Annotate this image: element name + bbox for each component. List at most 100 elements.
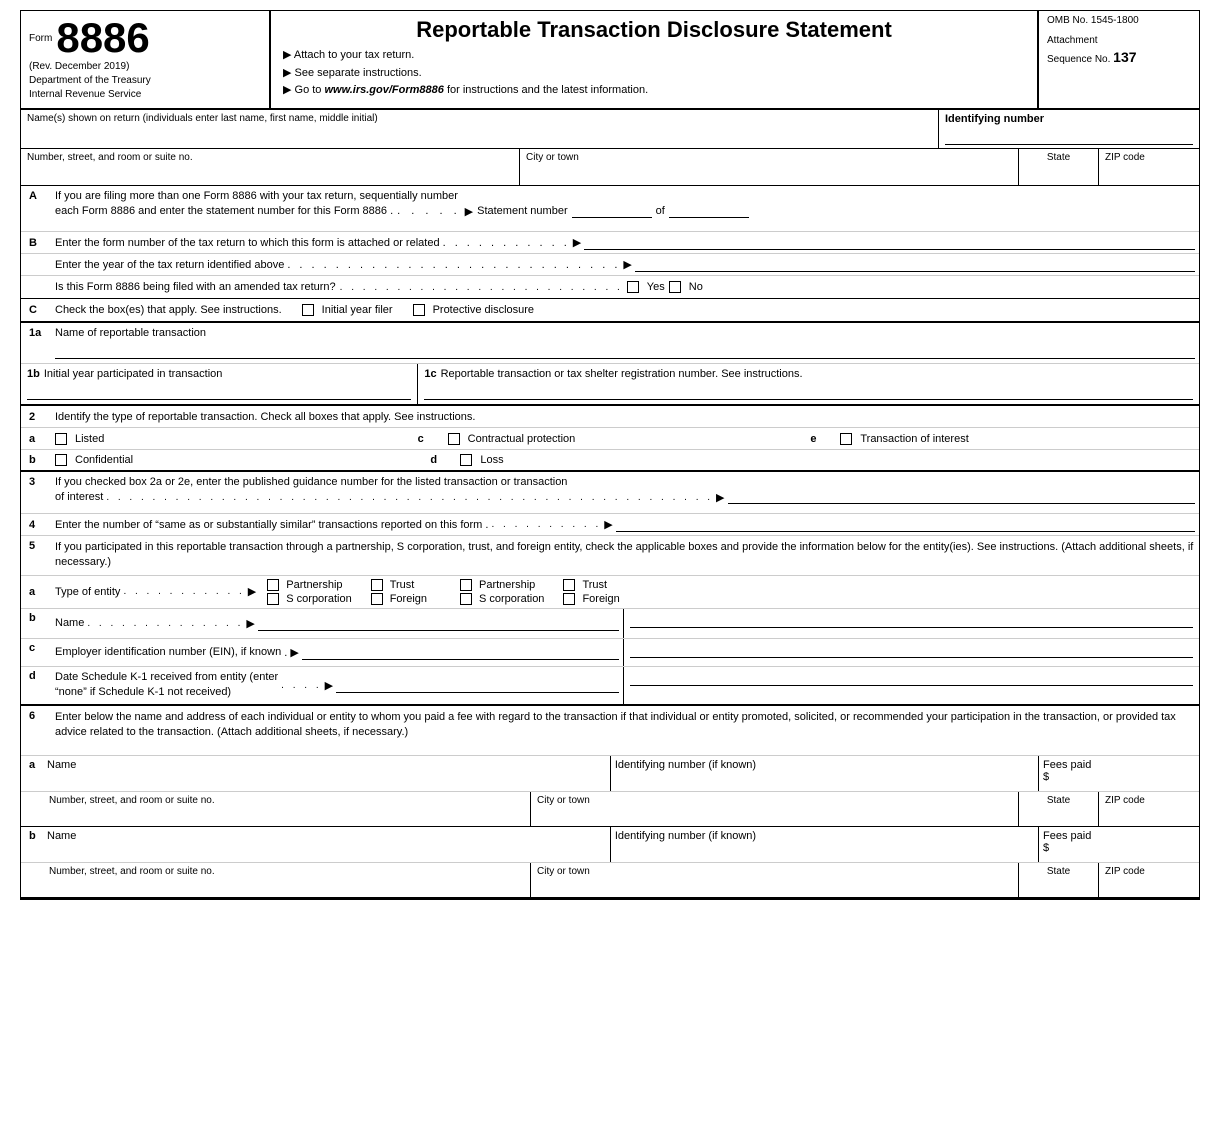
partnership2-label: Partnership — [479, 579, 535, 591]
line-b-input1[interactable] — [584, 236, 1195, 250]
line-6a-header-row: a Name Identifying number (if known) Fee… — [21, 756, 1199, 792]
name-input[interactable] — [27, 128, 932, 143]
city-input[interactable] — [526, 167, 1012, 182]
form-number: 8886 — [56, 17, 149, 59]
trust1-checkbox[interactable] — [371, 579, 383, 591]
name-label: Name(s) shown on return (individuals ent… — [27, 113, 932, 124]
irs-label: Internal Revenue Service — [29, 89, 141, 100]
line-2c-checkbox[interactable] — [448, 433, 460, 445]
line-6b-name-input[interactable] — [47, 844, 606, 859]
line-5b-input-left[interactable] — [258, 615, 619, 631]
line-a-stmt-input[interactable] — [572, 204, 652, 218]
line-1bc-row: 1b Initial year participated in transact… — [21, 364, 1199, 406]
line-6b-zip-input[interactable] — [1105, 879, 1193, 894]
partnership2-checkbox[interactable] — [460, 579, 472, 591]
line-2e-checkbox[interactable] — [840, 433, 852, 445]
state-input[interactable] — [1025, 167, 1092, 182]
protective-group: Protective disclosure — [413, 304, 535, 316]
line-6b-id-input[interactable] — [615, 844, 1034, 859]
line-1b-input[interactable] — [27, 384, 411, 400]
scorp1-label: S corporation — [286, 593, 351, 605]
line-b-block: B Enter the form number of the tax retur… — [21, 232, 1199, 299]
line-a-of-input[interactable] — [669, 204, 749, 218]
line-5d-input-left[interactable] — [336, 677, 618, 693]
line-5d-right — [624, 667, 1200, 704]
yes-checkbox[interactable] — [627, 281, 639, 293]
line-5b-input-right[interactable] — [630, 612, 1194, 628]
line-5c-input-right[interactable] — [630, 642, 1194, 658]
line-2-text: Identify the type of reportable transact… — [51, 408, 1199, 426]
line-a-dots: . . . . . — [397, 205, 461, 217]
line-5b-row: b Name . . . . . . . . . . . . . . ▶ — [21, 609, 1199, 639]
line-6b-city-input[interactable] — [537, 879, 1012, 894]
id-input[interactable] — [945, 129, 1193, 145]
trust2-checkbox[interactable] — [563, 579, 575, 591]
line-b-content1: Enter the form number of the tax return … — [51, 233, 1199, 253]
line-5d-left: Date Schedule K-1 received from entity (… — [51, 667, 624, 704]
foreign1-checkbox[interactable] — [371, 593, 383, 605]
no-checkbox[interactable] — [669, 281, 681, 293]
line-2c-text: Contractual protection — [468, 433, 576, 445]
line-b-dots2: . . . . . . . . . . . . . . . . . . . . … — [287, 259, 620, 271]
entity-foreign1: Foreign — [371, 593, 427, 605]
line-2d-content: Loss — [456, 451, 1199, 469]
initial-filer-checkbox[interactable] — [302, 304, 314, 316]
entity-col4: Trust Foreign — [563, 579, 619, 605]
partnership1-checkbox[interactable] — [267, 579, 279, 591]
dept-info: Department of the Treasury Internal Reve… — [29, 74, 261, 102]
line-6a-zip-input[interactable] — [1105, 808, 1193, 823]
street-label: Number, street, and room or suite no. — [27, 152, 513, 163]
name-cell: Name(s) shown on return (individuals ent… — [21, 110, 939, 148]
scorp1-checkbox[interactable] — [267, 593, 279, 605]
line-6a-street-input[interactable] — [49, 808, 524, 823]
entity-partnership1: Partnership — [267, 579, 351, 591]
foreign2-checkbox[interactable] — [563, 593, 575, 605]
line-4-input[interactable] — [616, 518, 1195, 532]
line-5c-input-left[interactable] — [302, 644, 619, 660]
line-1c-input[interactable] — [424, 384, 1193, 400]
line-c-text: Check the box(es) that apply. See instru… — [55, 304, 282, 316]
line-2c-content: Contractual protection — [444, 430, 807, 448]
line-6a-state: State — [1019, 792, 1099, 826]
line-5a-content: Type of entity . . . . . . . . . . . ▶ P… — [51, 576, 1199, 608]
line-2d-label: d — [426, 451, 456, 469]
protective-checkbox[interactable] — [413, 304, 425, 316]
line-a-text1: If you are filing more than one Form 888… — [55, 190, 1195, 202]
initial-filer-label: Initial year filer — [322, 304, 393, 316]
protective-label: Protective disclosure — [433, 304, 535, 316]
line-2a-label: a — [21, 430, 51, 448]
line-1b-label: 1b — [27, 368, 40, 380]
line-6a-id-cell: Identifying number (if known) — [611, 756, 1039, 791]
state-cell: State — [1019, 149, 1099, 185]
form-header: Form 8886 (Rev. December 2019) Departmen… — [21, 11, 1199, 110]
line-1a-input[interactable] — [55, 343, 1195, 359]
line-6a-state-input[interactable] — [1025, 808, 1092, 823]
line-6a-id-input[interactable] — [615, 773, 1034, 788]
line-b-input2[interactable] — [635, 258, 1195, 272]
line-5a-block: a Type of entity . . . . . . . . . . . ▶… — [21, 576, 1199, 609]
line-5d-input-right[interactable] — [630, 670, 1194, 686]
line-3-text2: of interest — [55, 491, 103, 503]
line-2a-checkbox[interactable] — [55, 433, 67, 445]
line-6b-state-input[interactable] — [1025, 879, 1092, 894]
line-b-label: B — [21, 233, 51, 253]
line-3-input[interactable] — [728, 490, 1195, 504]
line-4-content: Enter the number of “same as or substant… — [51, 515, 1199, 535]
line-6a-city-input[interactable] — [537, 808, 1012, 823]
line-6a-name-input[interactable] — [47, 773, 606, 788]
line-2d-checkbox[interactable] — [460, 454, 472, 466]
line-2a-text: Listed — [75, 433, 104, 445]
line-5b-label: b — [21, 609, 51, 638]
id-label: Identifying number — [945, 113, 1193, 125]
form-title-block: Reportable Transaction Disclosure Statem… — [271, 11, 1039, 108]
rev-date: (Rev. December 2019) — [29, 61, 261, 72]
line-2b-checkbox[interactable] — [55, 454, 67, 466]
foreign1-label: Foreign — [390, 593, 427, 605]
line-3-row2: of interest . . . . . . . . . . . . . . … — [55, 490, 1195, 504]
line-6b-street-input[interactable] — [49, 879, 524, 894]
line-6a-street: Number, street, and room or suite no. — [43, 792, 531, 826]
street-input[interactable] — [27, 167, 513, 182]
scorp2-checkbox[interactable] — [460, 593, 472, 605]
zip-input[interactable] — [1105, 167, 1193, 182]
line-6a-fees-cell: Fees paid $ — [1039, 756, 1199, 786]
